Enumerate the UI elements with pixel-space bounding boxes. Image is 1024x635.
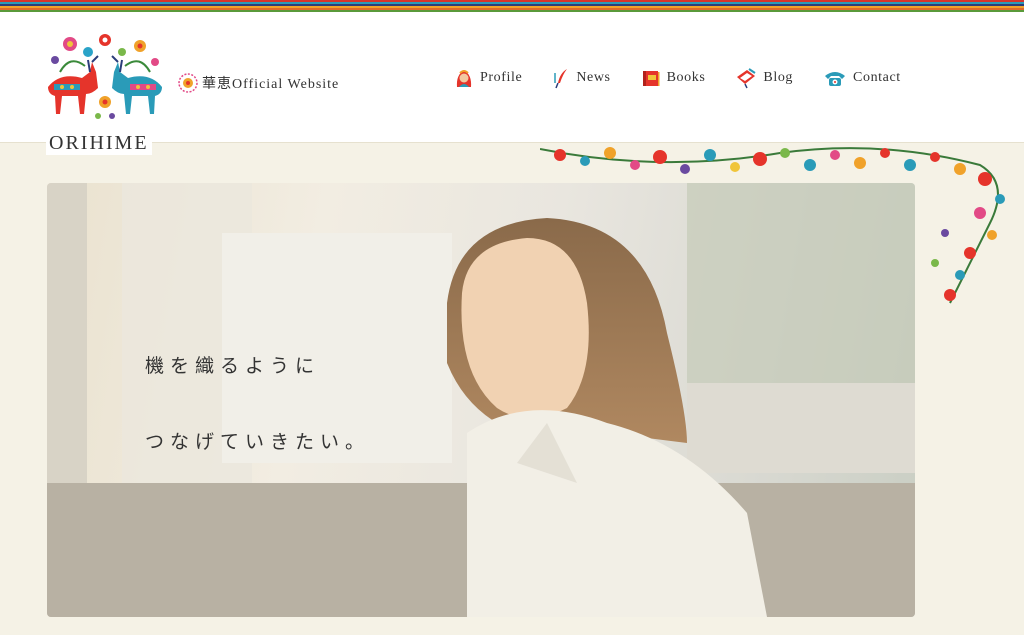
quill-pen-icon bbox=[554, 69, 568, 89]
notebook-pencil-icon bbox=[737, 68, 756, 89]
nav-books-label: Books bbox=[666, 70, 706, 85]
nav-books[interactable]: Books bbox=[641, 68, 706, 88]
woman-portrait-icon bbox=[456, 70, 472, 87]
site-header: ORIHIME 華恵Official Website Profile News … bbox=[0, 12, 1024, 155]
nav-contact-label: Contact bbox=[853, 70, 901, 85]
telephone-icon bbox=[825, 72, 846, 86]
official-site-label: 華恵Official Website bbox=[178, 71, 339, 95]
nav-news-label: News bbox=[576, 70, 611, 85]
nav-profile[interactable]: Profile bbox=[454, 67, 522, 89]
nav-blog-label: Blog bbox=[763, 70, 794, 85]
official-site-text: 華恵Official Website bbox=[202, 77, 340, 92]
main-nav: Profile News Books Blog Contact bbox=[454, 67, 901, 89]
nav-news[interactable]: News bbox=[552, 67, 610, 89]
deer-folk-art-logo-icon[interactable] bbox=[40, 32, 170, 127]
top-color-stripe bbox=[0, 0, 1024, 12]
hero-copy-line-1: 機を織るように bbox=[145, 355, 321, 377]
hero-photo-illustration bbox=[47, 183, 915, 617]
hero-photo: 機を織るように つなげていきたい。 bbox=[47, 183, 915, 617]
book-icon bbox=[642, 71, 660, 86]
hero-copy-line-2: つなげていきたい。 bbox=[145, 431, 371, 453]
nav-profile-label: Profile bbox=[480, 70, 523, 85]
nav-contact[interactable]: Contact bbox=[823, 68, 901, 88]
nav-blog[interactable]: Blog bbox=[735, 67, 793, 89]
logo-wordmark[interactable]: ORIHIME bbox=[46, 132, 152, 155]
sunburst-flower-icon bbox=[178, 73, 198, 93]
